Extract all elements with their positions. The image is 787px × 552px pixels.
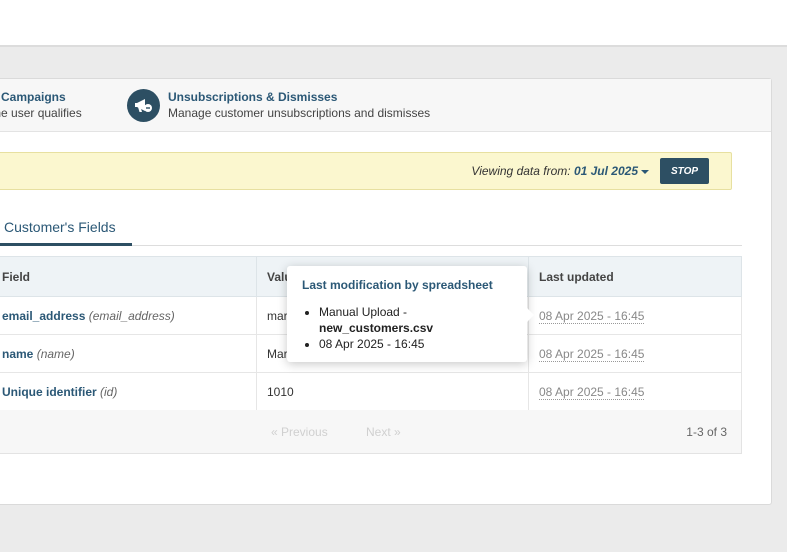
updated-cell: 08 Apr 2025 - 16:45	[528, 372, 742, 411]
pagination-bar: « Previous Next » 1-3 of 3	[0, 410, 742, 454]
viewing-data-label: Viewing data from:	[471, 164, 571, 178]
value-cell: 1010	[256, 372, 529, 411]
viewing-data-text: Viewing data from: 01 Jul 2025	[471, 164, 649, 178]
tooltip-date-item: 08 Apr 2025 - 16:45	[319, 336, 433, 352]
field-cell: Unique identifier (id)	[0, 372, 257, 411]
next-page-link[interactable]: Next »	[366, 425, 401, 439]
top-bar	[0, 0, 787, 47]
field-key: (name)	[36, 346, 75, 361]
result-count: 1-3 of 3	[686, 425, 727, 439]
field-name[interactable]: name	[2, 347, 33, 361]
date-value: 01 Jul 2025	[573, 164, 638, 178]
field-key: (email_address)	[88, 308, 175, 323]
tab-customer-fields-label: Customer's Fields	[4, 219, 116, 235]
field-cell: email_address (email_address)	[0, 296, 257, 335]
last-updated-value[interactable]: 08 Apr 2025 - 16:45	[539, 308, 645, 324]
field-cell: name (name)	[0, 334, 257, 373]
tooltip-source-item: Manual Upload - new_customers.csv	[319, 304, 433, 336]
nav-item-campaigns-subtitle: the user qualifies	[0, 106, 82, 120]
field-key: (id)	[100, 384, 118, 399]
table-row: Unique identifier (id) 1010 08 Apr 2025 …	[0, 372, 742, 411]
field-name[interactable]: Unique identifier	[2, 385, 97, 399]
column-header-last-updated: Last updated	[528, 256, 742, 297]
section-nav: e Campaigns the user qualifies Unsubscri…	[0, 79, 771, 132]
modification-tooltip: Last modification by spreadsheet Manual …	[287, 266, 534, 362]
tab-bar: Customer's Fields	[0, 216, 742, 246]
tab-customer-fields[interactable]: Customer's Fields	[0, 216, 132, 246]
date-picker-trigger[interactable]: 01 Jul 2025	[574, 164, 649, 178]
nav-item-campaigns-title: e Campaigns	[0, 90, 66, 104]
field-name[interactable]: email_address	[2, 309, 85, 323]
last-updated-value[interactable]: 08 Apr 2025 - 16:45	[539, 384, 645, 400]
previous-page-link[interactable]: « Previous	[271, 425, 328, 439]
last-updated-value[interactable]: 08 Apr 2025 - 16:45	[539, 346, 645, 362]
tooltip-title: Last modification by spreadsheet	[302, 278, 493, 292]
updated-cell: 08 Apr 2025 - 16:45	[528, 296, 742, 335]
nav-item-unsubscriptions[interactable]: Unsubscriptions & Dismisses Manage custo…	[168, 89, 430, 121]
caret-down-icon	[641, 169, 649, 174]
nav-item-unsubscriptions-subtitle: Manage customer unsubscriptions and dism…	[168, 106, 431, 120]
tooltip-date: 08 Apr 2025 - 16:45	[319, 337, 425, 351]
tooltip-source: Manual Upload -	[319, 305, 408, 319]
tooltip-list: Manual Upload - new_customers.csv 08 Apr …	[319, 304, 433, 352]
megaphone-icon[interactable]	[127, 89, 160, 122]
stop-button[interactable]: STOP	[660, 158, 709, 184]
nav-item-campaigns[interactable]: e Campaigns the user qualifies	[0, 89, 82, 121]
column-header-field: Field	[0, 256, 257, 297]
viewing-data-banner: Viewing data from: 01 Jul 2025 STOP	[0, 152, 732, 190]
tooltip-file: new_customers.csv	[319, 321, 434, 335]
updated-cell: 08 Apr 2025 - 16:45	[528, 334, 742, 373]
nav-item-unsubscriptions-title: Unsubscriptions & Dismisses	[168, 90, 338, 104]
